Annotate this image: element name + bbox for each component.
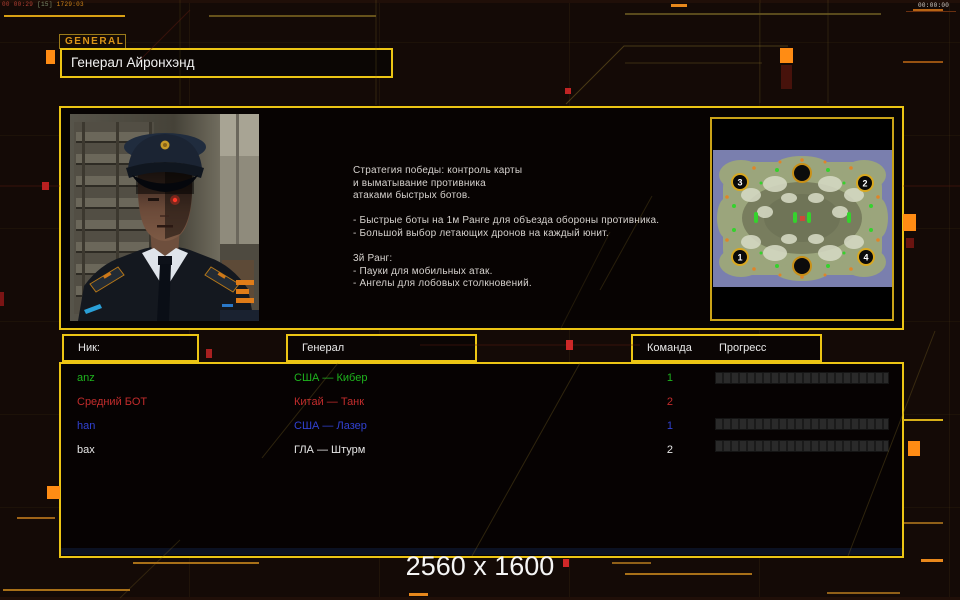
strategy-line: - Пауки для мобильных атак. xyxy=(353,265,493,277)
general-portrait-image xyxy=(70,114,259,321)
resolution-watermark: 2560 x 1600 xyxy=(405,551,555,581)
progress-bar xyxy=(715,418,889,430)
player-team: 2 xyxy=(666,444,673,456)
player-nick: anz xyxy=(77,372,95,384)
strategy-description: Стратегия победы: контроль карты и вымат… xyxy=(353,165,659,291)
player-nick: han xyxy=(77,420,96,432)
table-row: han США — Лазер 1 xyxy=(61,414,902,438)
strategy-line: и выматывание противника xyxy=(353,177,486,189)
page-title: Генерал Айронхэнд xyxy=(60,48,393,78)
osd-left-time: 00 00:29 xyxy=(2,1,34,8)
player-general: Китай — Танк xyxy=(294,396,365,408)
player-team: 1 xyxy=(666,372,673,384)
header-team-progress: Команда Прогресс xyxy=(631,334,822,362)
header-progress: Прогресс xyxy=(719,342,767,354)
table-row: bax ГЛА — Штурм 2 xyxy=(61,438,902,462)
strategy-line: - Быстрые боты на 1м Ранге для объезда о… xyxy=(353,215,660,227)
start-spot-number: 4 xyxy=(863,253,868,263)
general-info-panel: Стратегия победы: контроль карты и вымат… xyxy=(59,106,904,330)
table-row: anz США — Кибер 1 xyxy=(61,366,902,390)
player-general: США — Кибер xyxy=(294,372,368,384)
player-general: США — Лазер xyxy=(294,420,367,432)
minimap-image: 3 2 1 4 xyxy=(712,150,892,287)
osd-right-timer: 00:00:00 xyxy=(918,2,950,9)
start-spot-number: 2 xyxy=(862,179,867,189)
general-portrait xyxy=(70,114,259,321)
strategy-line xyxy=(353,203,659,216)
header-nick: Ник: xyxy=(62,334,199,362)
progress-bar xyxy=(715,372,889,384)
strategy-line xyxy=(353,241,659,254)
osd-left-counter: 1729:03 xyxy=(56,1,84,8)
start-spot-number: 1 xyxy=(737,253,742,263)
osd-left: 00 00:29 [15] 1729:03 xyxy=(2,1,84,8)
strategy-line: 3й Ранг: xyxy=(353,253,393,265)
header-general: Генерал xyxy=(286,334,477,362)
strategy-line: атаками быстрых ботов. xyxy=(353,190,471,202)
osd-left-mid: [15] xyxy=(37,1,53,8)
players-table: anz США — Кибер 1 Средний БОТ Китай — Та… xyxy=(59,362,904,558)
minimap-panel: 3 2 1 4 xyxy=(710,117,894,321)
minimap-center-marker xyxy=(799,216,805,221)
progress-bar xyxy=(715,440,889,452)
header-team: Команда xyxy=(647,342,692,354)
player-nick: bax xyxy=(77,444,95,456)
cyborg-eye xyxy=(172,197,178,203)
player-team: 1 xyxy=(666,420,673,432)
strategy-line: Стратегия победы: контроль карты xyxy=(353,165,523,176)
loading-screen: { "osd": { "left_time": "00 00:29", "lef… xyxy=(0,0,960,600)
general-tag: GENERAL xyxy=(59,34,126,49)
start-spot-number: 3 xyxy=(737,178,742,188)
player-nick: Средний БОТ xyxy=(77,396,148,408)
strategy-line: - Ангелы для лобовых столкновений. xyxy=(353,278,532,290)
strategy-line: - Большой выбор летающих дронов на кажды… xyxy=(353,227,609,239)
player-general: ГЛА — Штурм xyxy=(294,444,366,456)
table-row: Средний БОТ Китай — Танк 2 xyxy=(61,390,902,414)
player-team: 2 xyxy=(666,396,673,408)
